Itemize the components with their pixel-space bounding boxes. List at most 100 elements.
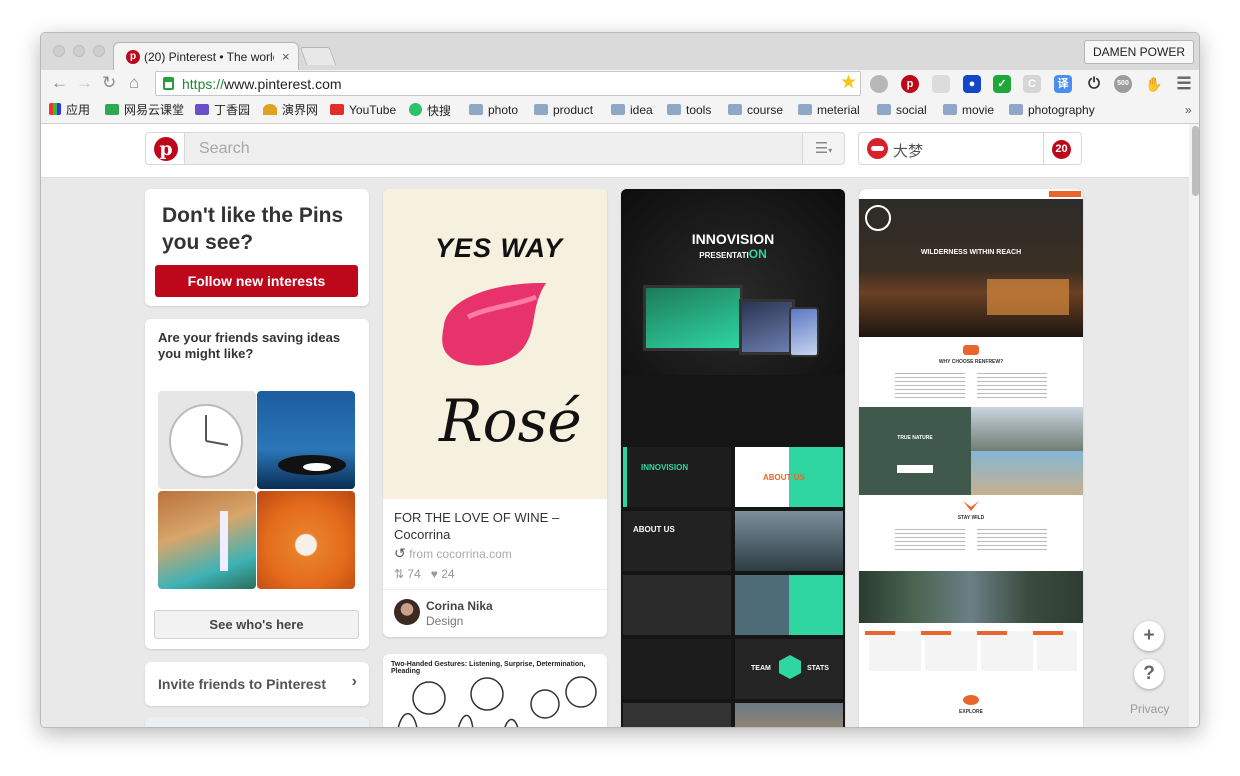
- innovision-pin[interactable]: INNOVISION PRESENTATION INNOVISION ABOUT…: [621, 189, 845, 727]
- wine-pin-image[interactable]: YES WAY Rosé: [383, 189, 607, 499]
- category-menu-button[interactable]: ☰▾: [802, 132, 845, 165]
- new-tab-button[interactable]: [299, 47, 337, 65]
- gestures-pin[interactable]: Two-Handed Gestures: Listening, Surprise…: [383, 654, 607, 727]
- see-whos-here-button[interactable]: See who's here: [154, 610, 359, 639]
- chevron-down-icon: ▾: [828, 146, 833, 155]
- pinterest-icon[interactable]: p: [901, 75, 919, 93]
- laptop-mockup: [643, 285, 743, 351]
- close-tab-icon[interactable]: ×: [282, 49, 290, 64]
- follow-interests-button[interactable]: Follow new interests: [155, 265, 358, 297]
- friends-card: Are your friends saving ideas you might …: [145, 319, 369, 649]
- bookmark-tools[interactable]: tools: [667, 103, 711, 117]
- bookmarks-bar: 应用 网易云课堂 丁香园 演界网 YouTube 快搜 photo produc…: [41, 98, 1199, 124]
- nav-button: [1049, 191, 1081, 197]
- menu-icon[interactable]: ☰: [1175, 75, 1193, 93]
- c-icon[interactable]: C: [1023, 75, 1041, 93]
- repin-icon: ⇅: [394, 567, 405, 581]
- bookmark-netease[interactable]: 网易云课堂: [105, 103, 184, 117]
- page-scrollbar[interactable]: [1189, 124, 1199, 727]
- avatar[interactable]: [394, 599, 420, 625]
- clock-thumbnail[interactable]: [158, 391, 256, 489]
- waterfall-thumbnail[interactable]: [158, 491, 256, 589]
- pin-source[interactable]: ↺ from cocorrina.com: [394, 545, 512, 562]
- folder-icon: [728, 104, 742, 115]
- reload-icon[interactable]: ↻: [102, 73, 116, 93]
- folder-icon: [469, 104, 483, 115]
- bookmark-meterial[interactable]: meterial: [798, 103, 860, 117]
- help-button[interactable]: ?: [1134, 659, 1164, 689]
- home-icon[interactable]: ⌂: [129, 73, 139, 93]
- bookmark-yanjie[interactable]: 演界网: [263, 103, 318, 117]
- tab-title: (20) Pinterest • The world's catalog of …: [144, 50, 274, 64]
- pin-board[interactable]: Design: [426, 614, 463, 628]
- privacy-link[interactable]: Privacy: [1130, 702, 1169, 716]
- bookmark-movie[interactable]: movie: [943, 103, 994, 117]
- profile-link[interactable]: 大梦: [858, 132, 1044, 165]
- profile-button[interactable]: DAMEN POWER: [1083, 40, 1194, 64]
- back-icon[interactable]: ←: [51, 73, 68, 93]
- bookmark-youtube[interactable]: YouTube: [330, 103, 396, 117]
- wine-pin[interactable]: YES WAY Rosé FOR THE LOVE OF WINE – Coco…: [383, 189, 607, 637]
- interests-card: Don't like the Pins you see? Follow new …: [145, 189, 369, 306]
- bookmark-photography[interactable]: photography: [1009, 103, 1095, 117]
- apps-grid-icon: [49, 103, 61, 115]
- bookmark-photo[interactable]: photo: [469, 103, 518, 117]
- innovision-hero: INNOVISION PRESENTATION: [621, 189, 845, 375]
- phone-mockup: [789, 307, 819, 357]
- address-bar[interactable]: https://www.pinterest.com ★: [155, 71, 861, 96]
- globe-icon[interactable]: [870, 75, 888, 93]
- bookmark-star-icon[interactable]: ★: [840, 73, 857, 93]
- hand-icon[interactable]: ✋: [1145, 75, 1163, 93]
- bookmark-apps[interactable]: 应用: [49, 103, 90, 117]
- explore-icon: [963, 695, 979, 705]
- scrollbar-thumb[interactable]: [1192, 126, 1199, 196]
- 500px-icon[interactable]: 500: [1114, 75, 1132, 93]
- notifications-button[interactable]: 20: [1044, 132, 1082, 165]
- search-input[interactable]: [185, 133, 745, 164]
- pinterest-icon: p: [154, 137, 178, 161]
- power-icon[interactable]: ⏻: [1085, 75, 1103, 93]
- forward-icon[interactable]: →: [76, 73, 93, 93]
- bookmark-idea[interactable]: idea: [611, 103, 653, 117]
- hexagon-icon: [779, 655, 801, 679]
- bookmark-dxy[interactable]: 丁香园: [195, 103, 250, 117]
- add-pin-button[interactable]: +: [1134, 621, 1164, 651]
- art-text-bottom: Rosé: [439, 387, 582, 455]
- orca-thumbnail[interactable]: [257, 391, 355, 489]
- innovision-subtitle: PRESENTATION: [699, 247, 767, 261]
- paw-icon[interactable]: ●: [963, 75, 981, 93]
- landscape-photo: [971, 407, 1083, 451]
- pinterest-logo-button[interactable]: p: [145, 132, 185, 165]
- friends-title: Are your friends saving ideas you might …: [158, 330, 341, 361]
- minimize-window-button[interactable]: [73, 45, 85, 57]
- invite-label: Invite friends to Pinterest: [158, 676, 327, 692]
- close-window-button[interactable]: [53, 45, 65, 57]
- invite-card[interactable]: Invite friends to Pinterest ›: [145, 662, 369, 706]
- food-thumbnail[interactable]: [257, 491, 355, 589]
- cottage-photos: [859, 571, 1083, 623]
- mask-icon[interactable]: [932, 75, 950, 93]
- bird-icon: [963, 501, 979, 511]
- bookmark-kuaisou[interactable]: 快搜: [409, 103, 451, 118]
- renfrew-pin[interactable]: WILDERNESS WITHIN REACH WHY CHOOSE RENFR…: [859, 189, 1083, 727]
- slide-tile: ABOUT US: [735, 447, 843, 507]
- true-nature-block: TRUE NATURE: [859, 407, 971, 495]
- cottage-listings: [865, 631, 1077, 671]
- pinterest-header: p ☰▾ 大梦 20: [41, 124, 1199, 178]
- bookmarks-overflow-icon[interactable]: »: [1185, 103, 1192, 117]
- zoom-window-button[interactable]: [93, 45, 105, 57]
- pin-author[interactable]: Corina Nika: [426, 599, 493, 613]
- bookmark-social[interactable]: social: [877, 103, 927, 117]
- folder-icon: [534, 104, 548, 115]
- browser-toolbar: ← → ↻ ⌂ https://www.pinterest.com ★ p ● …: [41, 70, 1199, 98]
- bookmark-product[interactable]: product: [534, 103, 593, 117]
- chevron-right-icon: ›: [351, 673, 357, 690]
- bookmark-course[interactable]: course: [728, 103, 783, 117]
- section-title: STAY WILD: [957, 515, 985, 521]
- paragraph-lines: [977, 529, 1047, 551]
- shield-icon[interactable]: ✓: [993, 75, 1011, 93]
- yanjie-icon: [263, 104, 277, 115]
- tab-pinterest[interactable]: p (20) Pinterest • The world's catalog o…: [113, 42, 299, 70]
- translate-icon[interactable]: 译: [1054, 75, 1072, 93]
- cta-button: [897, 465, 933, 473]
